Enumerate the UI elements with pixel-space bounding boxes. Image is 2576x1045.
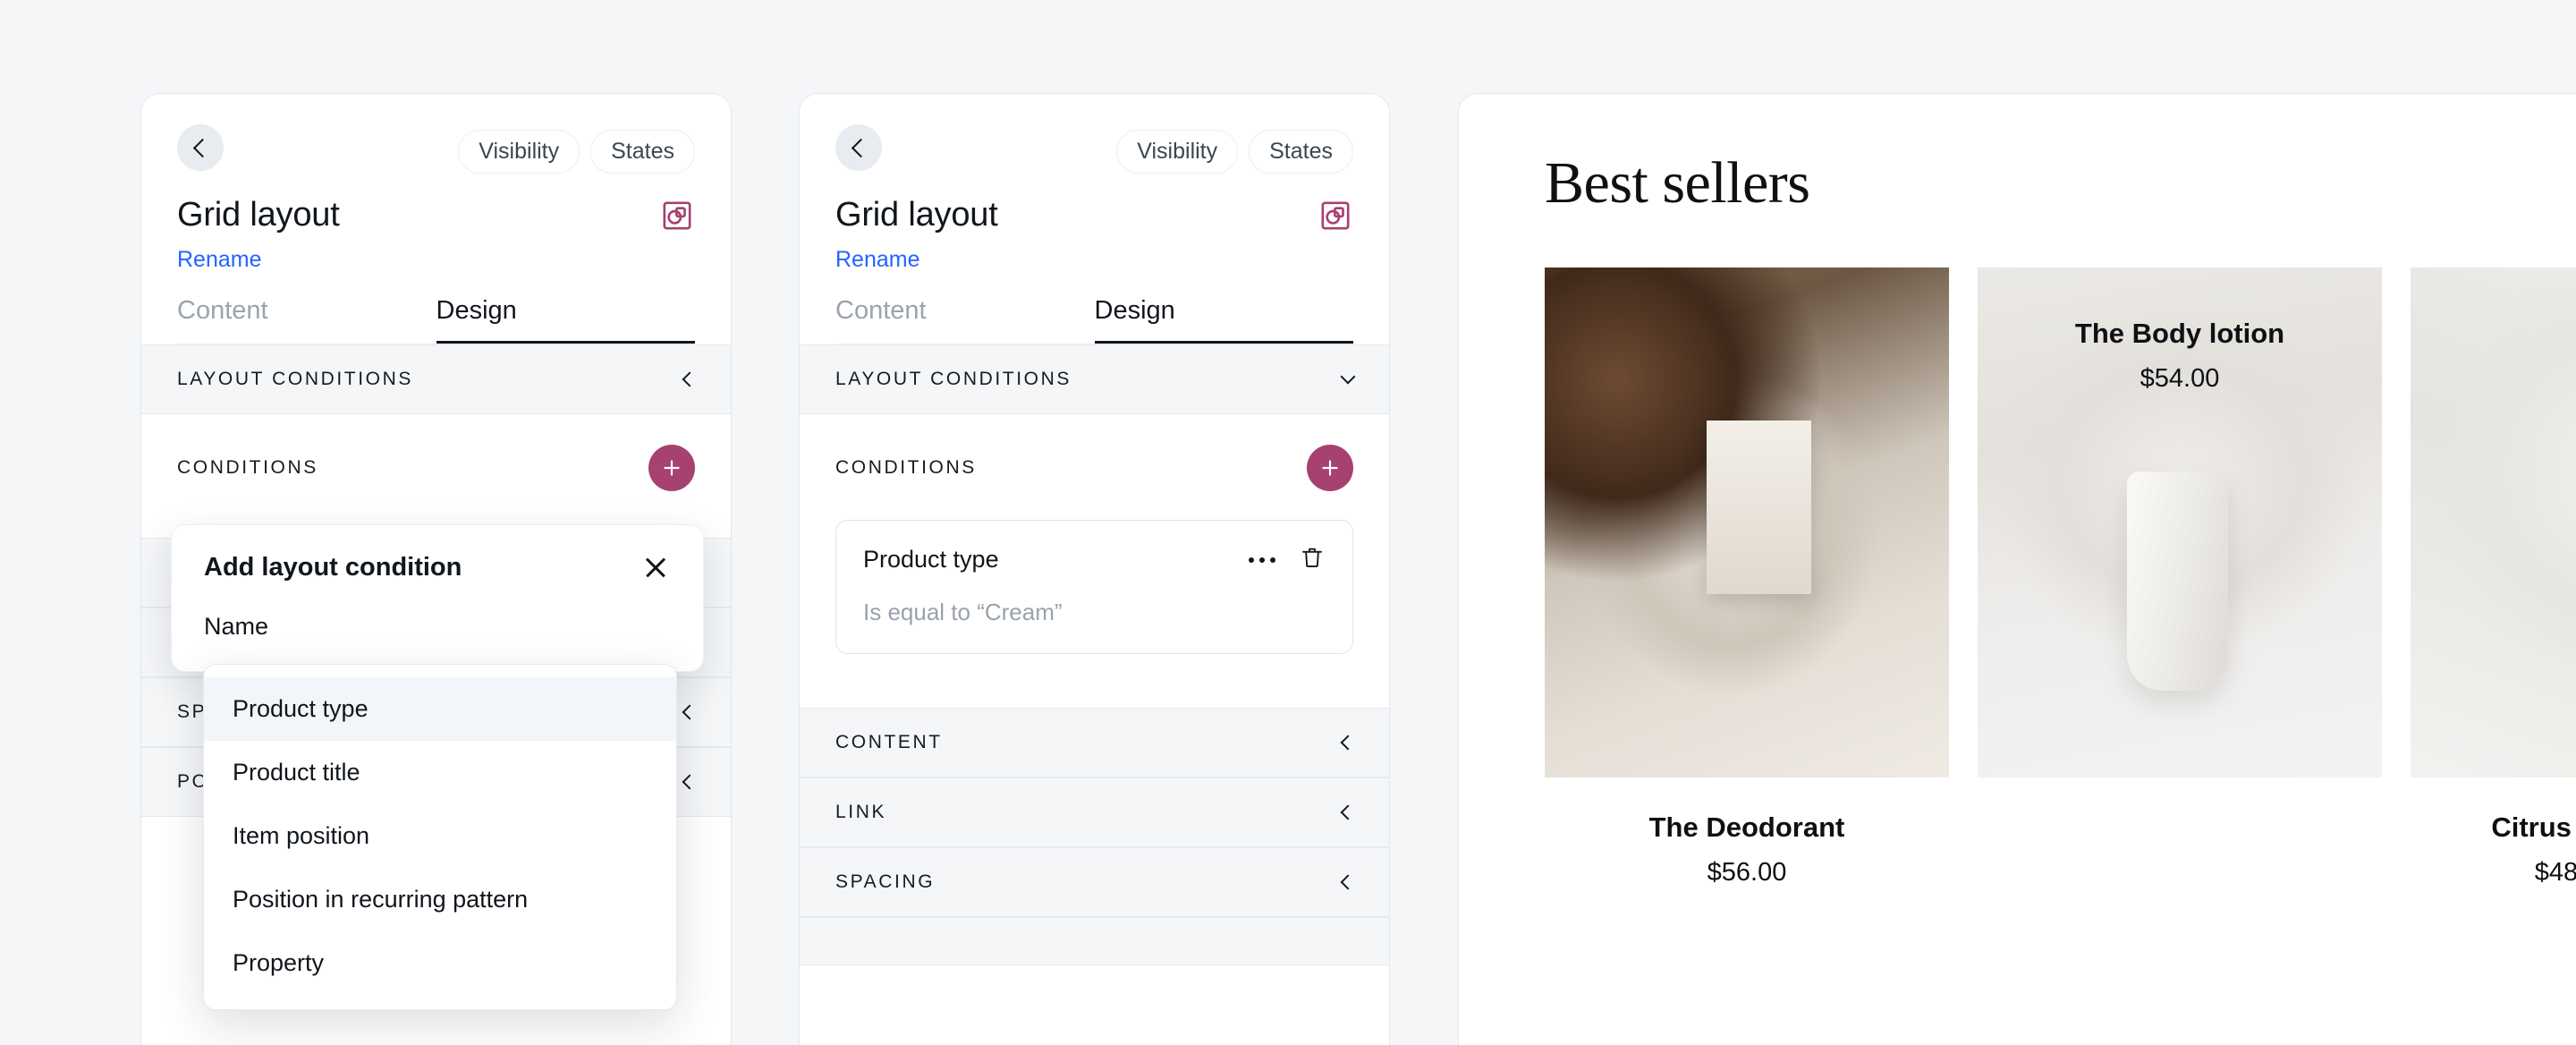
states-pill[interactable]: States <box>590 130 695 174</box>
preview-content: Best sellers The Deodorant $56.00 The Bo… <box>1459 94 2576 1045</box>
panel-header-left: Visibility States Grid layout Rename <box>141 94 731 273</box>
product-image <box>2411 268 2576 777</box>
sections-right: CONTENT LINK SPACING <box>800 708 1389 965</box>
add-condition-button[interactable] <box>648 445 695 491</box>
product-name: Citrus han <box>2491 811 2576 843</box>
popover-title: Add layout condition <box>204 552 462 582</box>
ellipsis-icon[interactable] <box>1249 556 1275 563</box>
section-label: CONTENT <box>835 732 943 752</box>
condition-name-dropdown: Product type Product title Item position… <box>203 664 677 1010</box>
tab-design[interactable]: Design <box>436 296 695 344</box>
close-icon[interactable] <box>640 552 671 582</box>
preview-heading: Best sellers <box>1545 150 1810 216</box>
component-instance-icon[interactable] <box>1318 198 1353 234</box>
tab-content[interactable]: Content <box>177 296 436 344</box>
header-pill-group-left: Visibility States <box>458 130 695 174</box>
product-name: The Deodorant <box>1648 811 1845 843</box>
product-card[interactable]: Citrus han $48. <box>2411 268 2576 888</box>
grid-layout-panel-right: Visibility States Grid layout Rename Con… <box>799 93 1390 1045</box>
section-link-right[interactable]: LINK <box>800 777 1389 847</box>
tab-design[interactable]: Design <box>1094 296 1353 344</box>
section-layout-conditions[interactable]: LAYOUT CONDITIONS <box>141 344 731 414</box>
chevron-left-icon <box>682 774 698 790</box>
section-spacing-right[interactable]: SPACING <box>800 847 1389 917</box>
section-layout-conditions[interactable]: LAYOUT CONDITIONS <box>800 344 1389 414</box>
section-label: LAYOUT CONDITIONS <box>835 369 1072 389</box>
product-price: $48. <box>2534 858 2576 887</box>
dropdown-option-item-position[interactable]: Item position <box>204 804 676 868</box>
name-field-label: Name <box>204 613 269 640</box>
product-card[interactable]: The Body lotion $54.00 <box>1978 268 2382 888</box>
product-grid: The Deodorant $56.00 The Body lotion $54… <box>1545 268 2576 888</box>
rename-link[interactable]: Rename <box>177 247 262 273</box>
page-title: Grid layout <box>177 196 340 234</box>
chevron-left-icon <box>1340 804 1356 820</box>
add-condition-button[interactable] <box>1307 445 1353 491</box>
chevron-left-icon <box>1340 735 1356 751</box>
popover-header: Add layout condition <box>204 552 671 582</box>
conditions-label: CONDITIONS <box>835 457 977 478</box>
product-caption-overlay: The Body lotion $54.00 <box>1978 318 2382 394</box>
page-title: Grid layout <box>835 196 998 234</box>
chevron-left-icon <box>1340 874 1356 890</box>
panel-title-row: Grid layout <box>177 196 695 234</box>
back-button[interactable] <box>835 124 882 171</box>
dropdown-option-product-title[interactable]: Product title <box>204 741 676 804</box>
chevron-down-icon <box>1340 369 1356 385</box>
dropdown-option-position-in-recurring-pattern[interactable]: Position in recurring pattern <box>204 868 676 931</box>
condition-card-header: Product type <box>863 544 1326 575</box>
conditions-label: CONDITIONS <box>177 457 318 478</box>
storefront-preview-panel: Best sellers The Deodorant $56.00 The Bo… <box>1458 93 2576 1045</box>
product-image: The Body lotion $54.00 <box>1978 268 2382 777</box>
section-partial-right[interactable] <box>800 917 1389 965</box>
panel-tabs-right: Content Design <box>835 296 1353 344</box>
condition-card[interactable]: Product type Is equal to “Cream” <box>835 520 1353 654</box>
visibility-pill[interactable]: Visibility <box>1116 130 1239 174</box>
states-pill[interactable]: States <box>1249 130 1353 174</box>
conditions-header-left: CONDITIONS <box>141 414 731 507</box>
product-caption: Citrus han $48. <box>2411 811 2576 888</box>
dropdown-option-property[interactable]: Property <box>204 931 676 995</box>
section-label: SPACING <box>835 871 936 892</box>
product-price: $54.00 <box>2140 364 2220 393</box>
product-caption: The Deodorant $56.00 <box>1545 811 1949 888</box>
visibility-pill[interactable]: Visibility <box>458 130 580 174</box>
condition-card-actions <box>1249 544 1326 575</box>
section-label: LAYOUT CONDITIONS <box>177 369 413 389</box>
chevron-left-icon <box>682 371 698 387</box>
product-card[interactable]: The Deodorant $56.00 <box>1545 268 1949 888</box>
chevron-left-icon <box>851 138 871 157</box>
conditions-header-right: CONDITIONS <box>800 414 1389 507</box>
condition-name: Product type <box>863 546 999 573</box>
rename-link[interactable]: Rename <box>835 247 920 273</box>
product-price: $56.00 <box>1707 858 1787 887</box>
dropdown-option-product-type[interactable]: Product type <box>204 677 676 741</box>
condition-rule: Is equal to “Cream” <box>863 599 1063 625</box>
add-layout-condition-popover: Add layout condition Name <box>171 524 704 672</box>
section-content-right[interactable]: CONTENT <box>800 708 1389 777</box>
panel-title-row: Grid layout <box>835 196 1353 234</box>
header-pill-group-right: Visibility States <box>1116 130 1353 174</box>
trash-icon[interactable] <box>1299 544 1326 575</box>
app-canvas: Visibility States Grid layout Rename Con… <box>0 0 2576 1045</box>
product-image <box>1545 268 1949 777</box>
panel-tabs-left: Content Design <box>177 296 695 344</box>
tab-content[interactable]: Content <box>835 296 1095 344</box>
panel-header-right: Visibility States Grid layout Rename <box>800 94 1389 273</box>
component-instance-icon[interactable] <box>659 198 695 234</box>
section-label: LINK <box>835 802 887 822</box>
chevron-left-icon <box>192 138 213 157</box>
product-name: The Body lotion <box>2074 318 2285 349</box>
chevron-left-icon <box>682 704 698 720</box>
back-button[interactable] <box>177 124 224 171</box>
